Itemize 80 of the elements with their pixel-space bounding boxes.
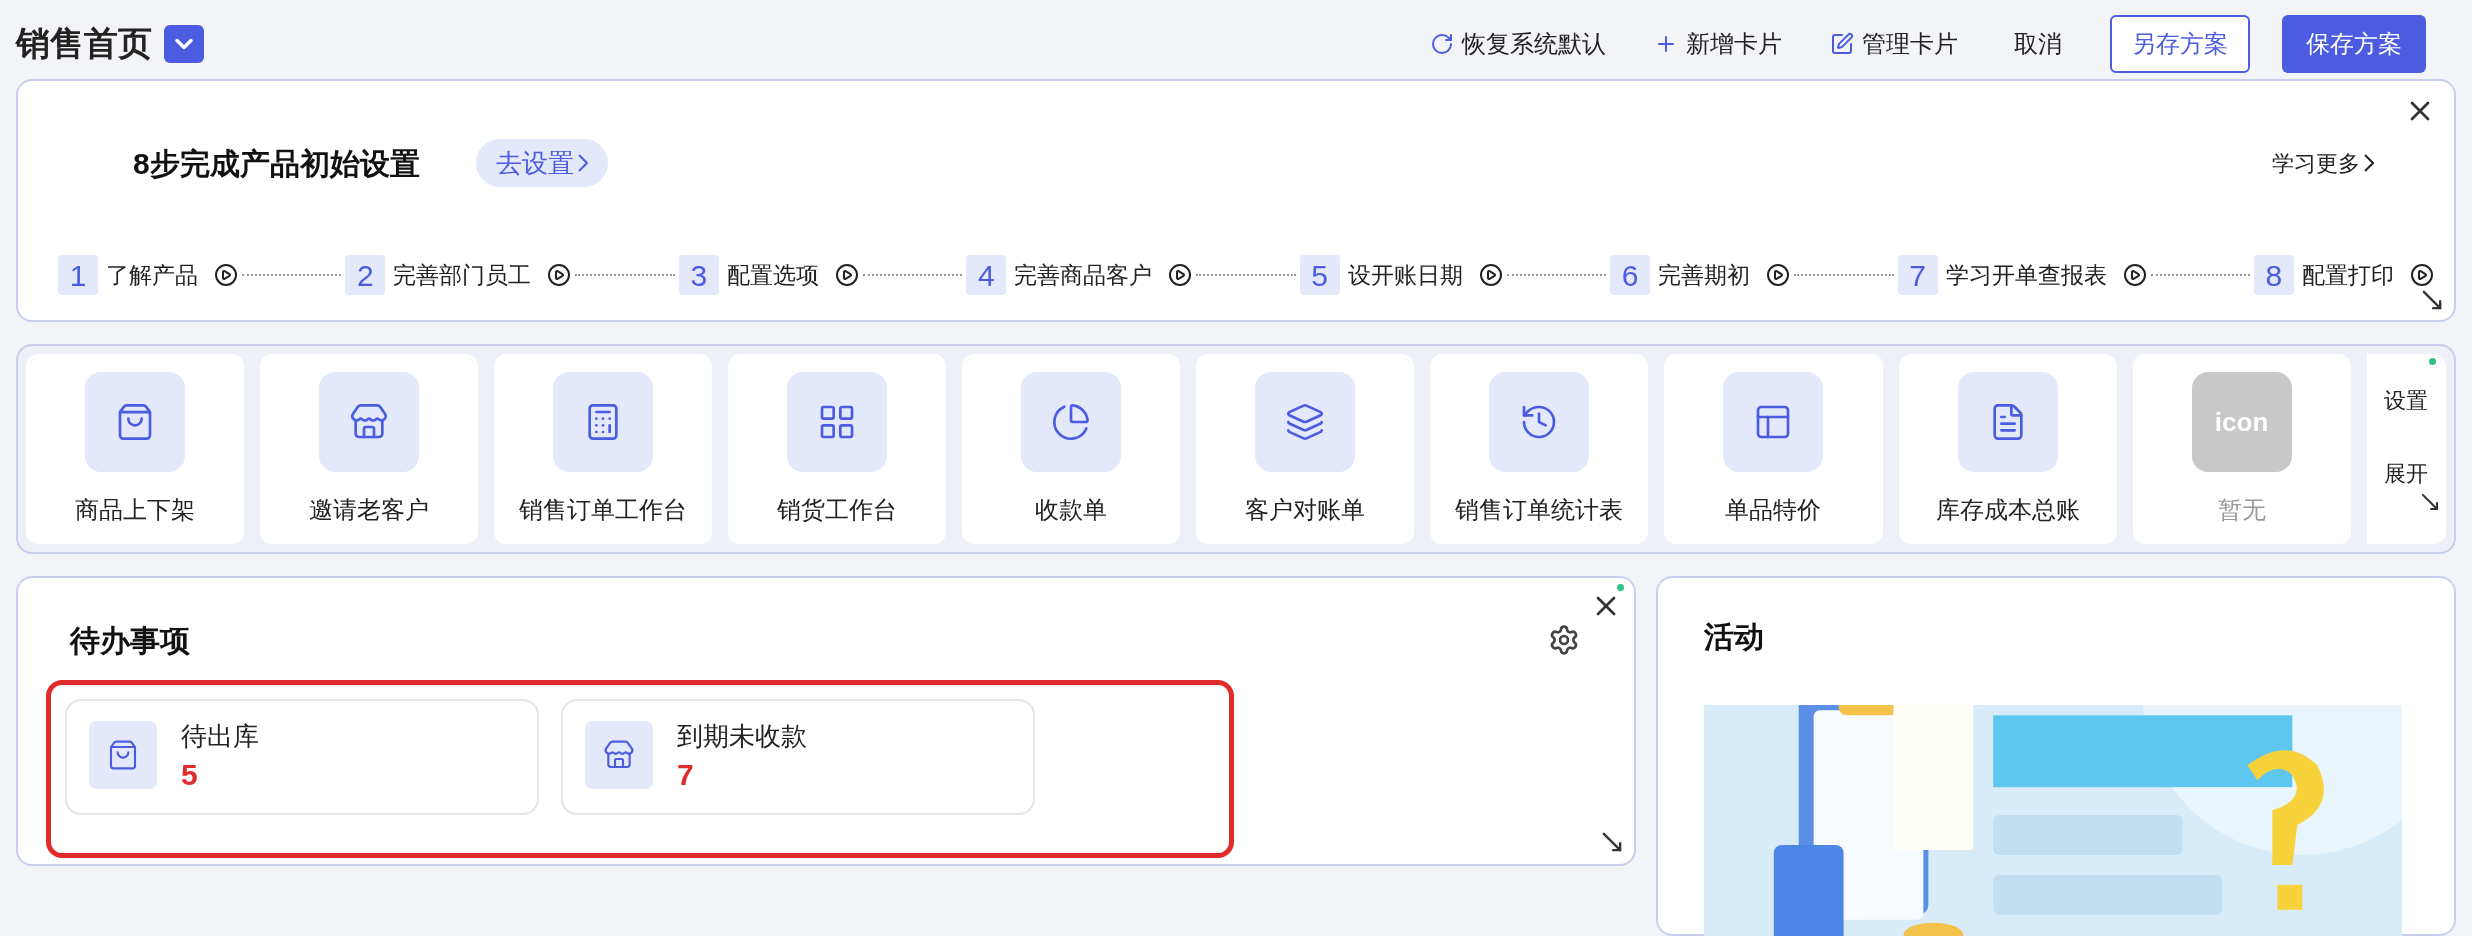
shortcut-label: 收款单 xyxy=(1035,495,1108,525)
chevron-icon xyxy=(577,154,588,173)
chevron-icon xyxy=(2364,154,2374,173)
shortcut-tile[interactable]: 客户对账单 xyxy=(1196,354,1415,544)
shortcut-label: 销售订单统计表 xyxy=(1455,495,1624,525)
shortcut-tile[interactable]: 销货工作台 xyxy=(728,354,947,544)
play-icon[interactable] xyxy=(1766,263,1791,288)
shortcut-label: 暂无 xyxy=(2217,495,2266,525)
save-button[interactable]: 保存方案 xyxy=(2282,14,2426,73)
step-number: 2 xyxy=(345,255,386,296)
shortcut-label: 单品特价 xyxy=(1725,495,1822,525)
shortcut-label: 库存成本总账 xyxy=(1935,495,2080,525)
shortcut-tile[interactable]: 库存成本总账 xyxy=(1898,354,2117,544)
toolbar-button[interactable]: 管理卡片 xyxy=(1822,25,1966,62)
shopping-bag-icon xyxy=(89,721,157,789)
play-icon[interactable] xyxy=(834,263,859,288)
play-icon[interactable] xyxy=(214,263,238,288)
dropdown-button[interactable] xyxy=(164,24,204,63)
play-icon[interactable] xyxy=(547,263,572,288)
learn-more-link[interactable]: 学习更多 xyxy=(2272,146,2374,180)
step-label: 配置打印 xyxy=(2301,261,2394,291)
layout-icon xyxy=(1723,372,1824,472)
card-title: 待办事项 xyxy=(70,623,190,659)
todo-count: 7 xyxy=(677,757,694,793)
todo-item[interactable]: 待出库 5 xyxy=(65,699,539,815)
shortcut-tile[interactable]: 销售订单工作台 xyxy=(494,354,713,544)
step-label: 学习开单查报表 xyxy=(1945,261,2107,291)
todo-label: 待出库 xyxy=(181,720,259,753)
play-icon[interactable] xyxy=(1168,263,1193,288)
toolbar-button[interactable]: 新增卡片 xyxy=(1646,25,1790,62)
play-icon[interactable] xyxy=(1478,263,1503,288)
step-label: 完善期初 xyxy=(1658,261,1751,291)
step-number: 1 xyxy=(58,255,98,296)
calculator-icon xyxy=(553,372,654,472)
shopping-bag-icon xyxy=(85,372,186,472)
cancel-button[interactable]: 取消 xyxy=(1998,25,2078,62)
document-icon xyxy=(1957,372,2058,472)
step-number: 8 xyxy=(2253,255,2294,296)
play-icon[interactable] xyxy=(2122,263,2147,288)
store-icon xyxy=(585,721,653,789)
step-number: 7 xyxy=(1897,255,1938,296)
grid-icon xyxy=(787,372,888,472)
settings-icon[interactable] xyxy=(1548,624,1580,656)
step-label: 配置选项 xyxy=(726,261,819,291)
shortcut-label: 销货工作台 xyxy=(777,495,898,525)
shortcut-tile[interactable]: 邀请老客户 xyxy=(260,354,479,544)
shortcut-label: 商品上下架 xyxy=(75,495,196,525)
play-icon[interactable] xyxy=(2409,263,2434,288)
expand-link[interactable]: 展开 xyxy=(2384,457,2429,490)
step-number: 4 xyxy=(966,255,1007,296)
step-number: 6 xyxy=(1610,255,1651,296)
pie-chart-icon xyxy=(1021,372,1122,472)
todo-label: 到期未收款 xyxy=(677,720,807,753)
layers-icon xyxy=(1255,372,1356,472)
shortcut-label: 销售订单工作台 xyxy=(519,495,688,525)
card-title: 8步完成产品初始设置 xyxy=(133,145,420,182)
history-icon xyxy=(1489,372,1590,472)
step-number: 3 xyxy=(678,255,719,296)
edit-icon xyxy=(1830,31,1854,56)
shortcut-label: 客户对账单 xyxy=(1245,495,1366,525)
todo-count: 5 xyxy=(181,757,198,793)
store-icon xyxy=(319,372,420,472)
page-title: 销售首页 xyxy=(16,23,152,65)
settings-link[interactable]: 设置 xyxy=(2384,384,2429,417)
shortcut-tile[interactable]: 销售订单统计表 xyxy=(1430,354,1649,544)
step-number: 5 xyxy=(1299,255,1340,296)
go-setup-button[interactable]: 去设置 xyxy=(475,139,608,188)
step-label: 了解产品 xyxy=(106,261,198,291)
step-label: 设开账日期 xyxy=(1347,261,1463,291)
step-label: 完善部门员工 xyxy=(393,261,532,291)
toolbar-button[interactable]: 恢复系统默认 xyxy=(1422,25,1614,62)
save-as-button[interactable]: 另存方案 xyxy=(2110,14,2250,73)
shortcut-tile[interactable]: 收款单 xyxy=(962,354,1181,544)
todo-item[interactable]: 到期未收款 7 xyxy=(561,699,1035,815)
refresh-icon xyxy=(1430,31,1454,56)
shortcut-tile[interactable]: 商品上下架 xyxy=(26,354,245,544)
card-title: 活动 xyxy=(1704,619,1765,655)
shortcut-tile[interactable]: 单品特价 xyxy=(1664,354,1883,544)
step-label: 完善商品客户 xyxy=(1014,261,1153,291)
shortcut-label: 邀请老客户 xyxy=(309,495,430,525)
